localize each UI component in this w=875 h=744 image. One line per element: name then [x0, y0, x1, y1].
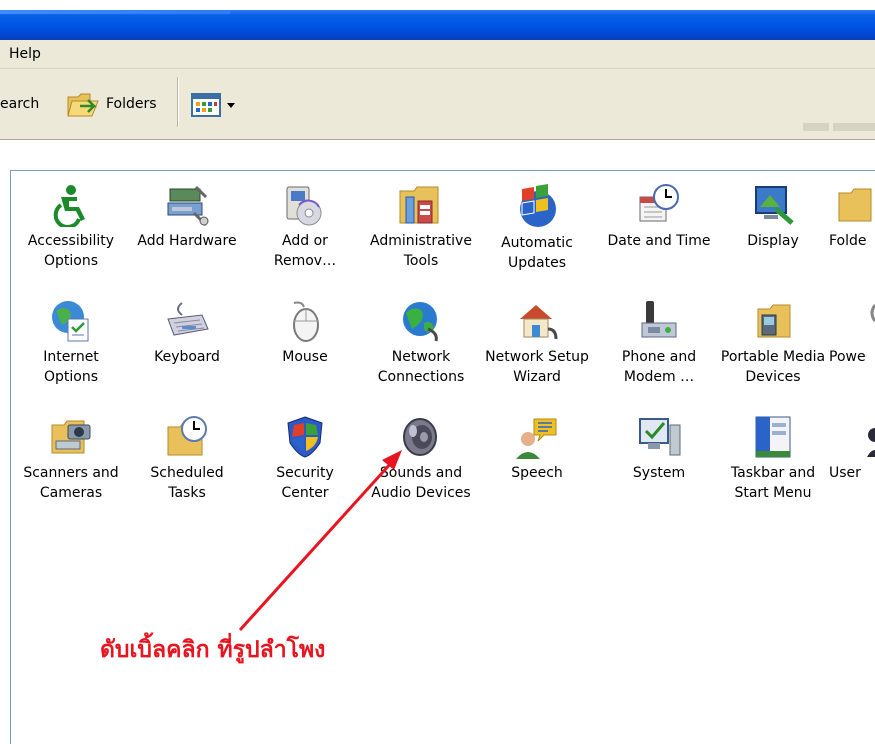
network-connections-label: Network Connections	[377, 349, 465, 385]
security-center-label: Security Center	[276, 465, 334, 501]
mouse[interactable]: Mouse	[247, 299, 363, 367]
folder-options[interactable]: Folde	[829, 183, 875, 251]
network-connections[interactable]: Network Connections	[363, 299, 479, 387]
add-hardware-label: Add Hardware	[137, 233, 237, 249]
toolbar-grip-2	[833, 123, 875, 131]
folders-label: Folders	[106, 96, 157, 112]
portable-media-devices[interactable]: Portable Media Devices	[715, 299, 831, 387]
toolbar: earch Folders	[0, 69, 875, 140]
taskbar-label: Taskbar and Start Menu	[730, 465, 816, 501]
sounds-and-audio-devices[interactable]: Sounds and Audio Devices	[363, 415, 479, 503]
views-button[interactable]	[191, 93, 241, 117]
toolbar-grip	[803, 123, 829, 131]
portable-media-label: Portable Media Devices	[720, 349, 826, 385]
user-accounts-icon	[867, 428, 875, 457]
scanners-and-cameras[interactable]: Scanners and Cameras	[13, 415, 129, 503]
admin-tools-label: Administrative Tools	[370, 233, 472, 269]
shield-icon	[287, 416, 323, 458]
scheduled-tasks[interactable]: Scheduled Tasks	[129, 415, 245, 503]
top-strip	[0, 0, 875, 10]
phone-and-modem[interactable]: Phone and Modem …	[601, 299, 717, 387]
internet-options-label: Internet Options	[43, 349, 99, 385]
internet-options[interactable]: Internet Options	[13, 299, 129, 387]
accessibility-icon	[53, 185, 85, 227]
automatic-updates[interactable]: Automatic Updates	[479, 183, 595, 273]
keyboard-label: Keyboard	[154, 349, 220, 365]
admin-tools-icon	[399, 186, 439, 224]
display-label: Display	[747, 233, 799, 249]
network-setup-label: Network Setup Wizard	[485, 349, 589, 385]
scheduled-tasks-icon	[167, 416, 207, 456]
scheduled-tasks-label: Scheduled Tasks	[150, 465, 224, 501]
views-icon	[191, 93, 235, 117]
folder-options-icon	[838, 188, 872, 222]
system[interactable]: System	[601, 415, 717, 483]
network-setup-icon	[520, 305, 558, 340]
taskbar-icon	[755, 416, 791, 458]
add-remove-icon	[286, 186, 322, 226]
scanners-cameras-label: Scanners and Cameras	[23, 465, 119, 501]
title-bar[interactable]	[0, 10, 875, 40]
display[interactable]: Display	[715, 183, 831, 251]
taskbar-and-start-menu[interactable]: Taskbar and Start Menu	[715, 415, 831, 503]
folder-options-label: Folde	[829, 233, 867, 249]
mouse-icon	[293, 301, 319, 342]
administrative-tools[interactable]: Administrative Tools	[363, 183, 479, 271]
accessibility-options[interactable]: Accessibility Options	[13, 183, 129, 271]
automatic-updates-icon	[520, 184, 556, 227]
portable-media-icon	[757, 304, 791, 338]
speaker-icon	[403, 418, 437, 456]
power-icon	[870, 304, 875, 322]
date-and-time-label: Date and Time	[607, 233, 711, 249]
phone-modem-label: Phone and Modem …	[621, 349, 697, 385]
network-setup-wizard[interactable]: Network Setup Wizard	[479, 299, 595, 387]
add-remove-label: Add or Remov…	[273, 233, 337, 269]
user-accounts-label: User	[829, 465, 861, 481]
accessibility-label: Accessibility Options	[27, 233, 115, 269]
automatic-updates-label: Automatic Updates	[501, 235, 573, 271]
menu-help[interactable]: Help	[9, 46, 41, 62]
power-options-label: Powe	[829, 349, 866, 365]
mouse-label: Mouse	[282, 349, 328, 365]
search-button[interactable]: earch	[0, 96, 39, 112]
clock-icon	[639, 184, 679, 222]
keyboard-icon	[167, 302, 209, 336]
speech[interactable]: Speech	[479, 415, 595, 483]
add-hardware-icon	[167, 185, 209, 227]
toolbar-separator	[177, 77, 179, 127]
system-label: System	[632, 465, 686, 481]
power-options[interactable]: Powe	[829, 299, 875, 367]
annotation-text: ดับเบิ้ลคลิก ที่รูปลำโพง	[100, 637, 326, 663]
date-and-time[interactable]: Date and Time	[601, 183, 717, 251]
speech-label: Speech	[511, 465, 563, 481]
add-hardware[interactable]: Add Hardware	[129, 183, 245, 251]
phone-modem-icon	[641, 301, 677, 338]
user-accounts[interactable]: User	[829, 415, 875, 483]
keyboard[interactable]: Keyboard	[129, 299, 245, 367]
display-icon	[755, 186, 794, 225]
internet-options-icon	[52, 301, 89, 342]
add-remove-programs[interactable]: Add or Remov…	[247, 183, 363, 271]
system-icon	[639, 418, 681, 456]
security-center[interactable]: Security Center	[247, 415, 363, 503]
menu-bar: Help	[0, 40, 875, 69]
folder-icon	[67, 93, 99, 117]
network-connections-icon	[403, 302, 438, 342]
sounds-audio-label: Sounds and Audio Devices	[371, 465, 471, 501]
scanner-camera-icon	[51, 420, 91, 454]
speech-icon	[516, 418, 557, 459]
folders-button[interactable]: Folders	[66, 87, 166, 121]
